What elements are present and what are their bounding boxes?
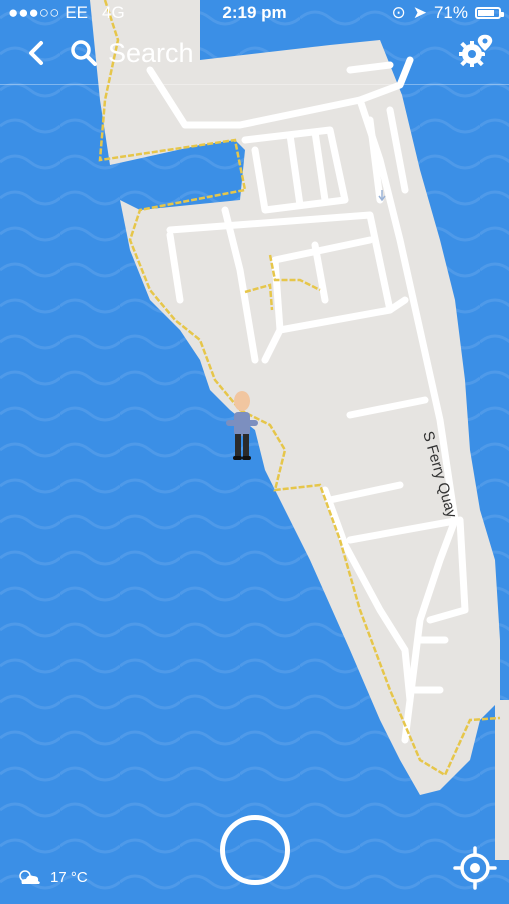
back-chevron-icon[interactable]: [22, 38, 52, 68]
map-settings-gear-icon[interactable]: [455, 32, 495, 72]
capture-button[interactable]: [220, 815, 290, 885]
battery-percent: 71%: [433, 3, 468, 22]
pier-right: [495, 700, 509, 860]
status-right: ⊙ ➤ 71%: [391, 3, 504, 23]
avatar-bitmoji[interactable]: [222, 388, 262, 463]
locate-me-crosshair-icon[interactable]: [453, 846, 497, 890]
search-icon: [71, 40, 97, 66]
top-bar: Search: [0, 28, 509, 85]
orientation-lock-icon: ⊙: [391, 3, 406, 22]
partly-cloudy-icon: [19, 870, 40, 884]
status-bar: ●●●○○ EE 4G 2:19 pm ⊙ ➤ 71%: [0, 0, 509, 26]
temperature: 17 °C: [50, 868, 88, 886]
battery-level: [478, 10, 494, 16]
location-arrow-icon: ➤: [412, 3, 427, 22]
weather-widget[interactable]: 17 °C: [16, 868, 88, 886]
search-button[interactable]: Search: [70, 34, 194, 72]
battery-icon: [475, 7, 504, 19]
search-label: Search: [108, 37, 194, 68]
